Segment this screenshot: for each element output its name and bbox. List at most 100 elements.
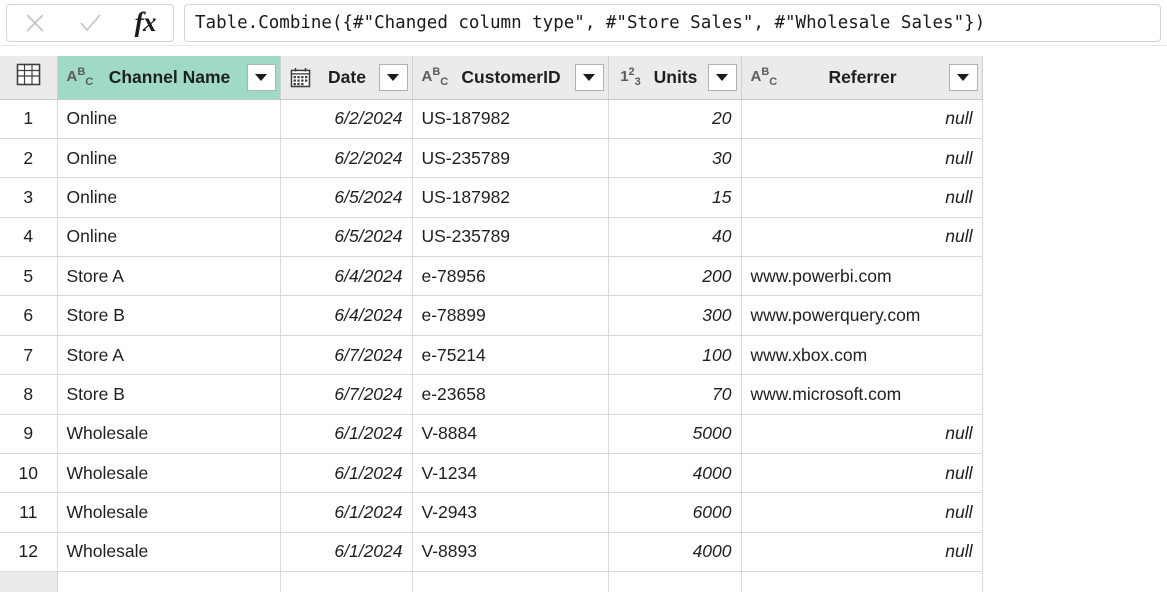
cell-units[interactable]: 4000 bbox=[608, 532, 742, 573]
cell-channel-name[interactable]: Online bbox=[57, 138, 281, 179]
column-header-channel-name[interactable]: ABC Channel Name bbox=[57, 56, 281, 100]
table-row[interactable]: 12 Wholesale 6/1/2024 V-8893 4000 null bbox=[0, 532, 983, 573]
select-all-table-icon[interactable] bbox=[0, 56, 58, 100]
cell-units[interactable]: 6000 bbox=[608, 492, 742, 533]
cell-date[interactable]: 6/2/2024 bbox=[280, 138, 413, 179]
table-row[interactable]: 3 Online 6/5/2024 US-187982 15 null bbox=[0, 177, 983, 218]
cell-customerid[interactable]: e-78899 bbox=[412, 295, 609, 336]
cell-referrer[interactable]: null bbox=[741, 453, 983, 494]
table-row[interactable]: 7 Store A 6/7/2024 e-75214 100 www.xbox.com bbox=[0, 335, 983, 376]
cell-channel-name[interactable]: Wholesale bbox=[57, 532, 281, 573]
cell-date[interactable]: 6/4/2024 bbox=[280, 295, 413, 336]
cell-customerid[interactable]: US-187982 bbox=[412, 99, 609, 139]
cell-customerid[interactable]: US-187982 bbox=[412, 177, 609, 218]
cell-units[interactable]: 300 bbox=[608, 295, 742, 336]
cell-date[interactable]: 6/5/2024 bbox=[280, 177, 413, 218]
cell-channel-name[interactable]: Wholesale bbox=[57, 492, 281, 533]
table-row[interactable]: 10 Wholesale 6/1/2024 V-1234 4000 null bbox=[0, 453, 983, 494]
cell-customerid[interactable]: e-78956 bbox=[412, 256, 609, 297]
cell-referrer[interactable]: null bbox=[741, 414, 983, 455]
cell-channel-name[interactable]: Online bbox=[57, 217, 281, 258]
cell-units[interactable]: 30 bbox=[608, 138, 742, 179]
filter-dropdown-units[interactable] bbox=[707, 63, 737, 91]
cell-referrer[interactable]: null bbox=[741, 177, 983, 218]
cell-channel-name[interactable]: Store A bbox=[57, 335, 281, 376]
row-number[interactable]: 5 bbox=[0, 256, 58, 297]
table-row[interactable]: 8 Store B 6/7/2024 e-23658 70 www.microsoft.c… bbox=[0, 374, 983, 415]
table-row[interactable]: 4 Online 6/5/2024 US-235789 40 null bbox=[0, 217, 983, 258]
cell-referrer[interactable]: null bbox=[741, 217, 983, 258]
cell-channel-name[interactable]: Store B bbox=[57, 374, 281, 415]
row-number[interactable]: 10 bbox=[0, 453, 58, 494]
number-type-icon: 123 bbox=[620, 65, 641, 88]
row-number[interactable]: 2 bbox=[0, 138, 58, 179]
cell-date[interactable]: 6/1/2024 bbox=[280, 414, 413, 455]
cell-date[interactable]: 6/1/2024 bbox=[280, 532, 413, 573]
cell-date[interactable]: 6/5/2024 bbox=[280, 217, 413, 258]
cell-customerid[interactable]: e-23658 bbox=[412, 374, 609, 415]
cell-customerid[interactable]: V-8893 bbox=[412, 532, 609, 573]
table-row[interactable]: 2 Online 6/2/2024 US-235789 30 null bbox=[0, 138, 983, 179]
accept-formula-button[interactable] bbox=[67, 6, 113, 40]
cell-channel-name[interactable]: Store B bbox=[57, 295, 281, 336]
row-number[interactable]: 7 bbox=[0, 335, 58, 376]
cancel-formula-button[interactable] bbox=[12, 6, 58, 40]
cell-customerid[interactable]: V-8884 bbox=[412, 414, 609, 455]
table-row[interactable]: 5 Store A 6/4/2024 e-78956 200 www.powerbi.co… bbox=[0, 256, 983, 297]
cell-customerid[interactable]: V-2943 bbox=[412, 492, 609, 533]
cell-date[interactable]: 6/1/2024 bbox=[280, 453, 413, 494]
cell-referrer[interactable]: null bbox=[741, 532, 983, 573]
column-header-units[interactable]: 123 Units bbox=[608, 56, 742, 100]
filter-dropdown-date[interactable] bbox=[378, 63, 408, 91]
column-header-date[interactable]: Date bbox=[280, 56, 413, 100]
cell-referrer[interactable]: null bbox=[741, 492, 983, 533]
cell-date[interactable]: 6/1/2024 bbox=[280, 492, 413, 533]
fx-icon[interactable]: fx bbox=[122, 6, 168, 40]
cell-referrer[interactable]: www.xbox.com bbox=[741, 335, 983, 376]
cell-date[interactable]: 6/7/2024 bbox=[280, 335, 413, 376]
row-number[interactable]: 9 bbox=[0, 414, 58, 455]
cell-units[interactable]: 40 bbox=[608, 217, 742, 258]
row-number[interactable]: 3 bbox=[0, 177, 58, 218]
cell-units[interactable]: 70 bbox=[608, 374, 742, 415]
cell-referrer[interactable]: www.microsoft.com bbox=[741, 374, 983, 415]
cell-channel-name[interactable]: Wholesale bbox=[57, 414, 281, 455]
cell-customerid[interactable]: e-75214 bbox=[412, 335, 609, 376]
cell-customerid[interactable]: US-235789 bbox=[412, 138, 609, 179]
cell-units[interactable]: 5000 bbox=[608, 414, 742, 455]
table-row[interactable]: 9 Wholesale 6/1/2024 V-8884 5000 null bbox=[0, 414, 983, 455]
filter-dropdown-customerid[interactable] bbox=[574, 63, 604, 91]
table-row[interactable]: 6 Store B 6/4/2024 e-78899 300 www.powerquery… bbox=[0, 295, 983, 336]
formula-input[interactable]: Table.Combine({#"Changed column type", #… bbox=[184, 3, 1161, 42]
cell-units[interactable]: 4000 bbox=[608, 453, 742, 494]
row-number[interactable]: 12 bbox=[0, 532, 58, 573]
filter-dropdown-referrer[interactable] bbox=[948, 63, 978, 91]
table-row[interactable]: 11 Wholesale 6/1/2024 V-2943 6000 null bbox=[0, 492, 983, 533]
cell-channel-name[interactable]: Store A bbox=[57, 256, 281, 297]
row-number[interactable]: 4 bbox=[0, 217, 58, 258]
cell-referrer[interactable]: null bbox=[741, 99, 983, 139]
cell-channel-name[interactable]: Wholesale bbox=[57, 453, 281, 494]
table-row[interactable]: 1 Online 6/2/2024 US-187982 20 null bbox=[0, 99, 983, 139]
row-number[interactable]: 6 bbox=[0, 295, 58, 336]
cell-referrer[interactable]: null bbox=[741, 138, 983, 179]
cell-referrer[interactable]: www.powerquery.com bbox=[741, 295, 983, 336]
column-header-referrer[interactable]: ABC Referrer bbox=[741, 56, 983, 100]
column-header-customerid[interactable]: ABC CustomerID bbox=[412, 56, 609, 100]
cell-referrer[interactable]: www.powerbi.com bbox=[741, 256, 983, 297]
cell-channel-name[interactable]: Online bbox=[57, 99, 281, 139]
row-number[interactable]: 8 bbox=[0, 374, 58, 415]
cell-date[interactable]: 6/4/2024 bbox=[280, 256, 413, 297]
row-number[interactable]: 1 bbox=[0, 99, 58, 139]
cell-customerid[interactable]: V-1234 bbox=[412, 453, 609, 494]
cell-date[interactable]: 6/2/2024 bbox=[280, 99, 413, 139]
cell-customerid[interactable]: US-235789 bbox=[412, 217, 609, 258]
cell-units[interactable]: 20 bbox=[608, 99, 742, 139]
cell-date[interactable]: 6/7/2024 bbox=[280, 374, 413, 415]
filter-dropdown-channel-name[interactable] bbox=[246, 63, 276, 91]
cell-channel-name[interactable]: Online bbox=[57, 177, 281, 218]
cell-units[interactable]: 15 bbox=[608, 177, 742, 218]
row-number[interactable]: 11 bbox=[0, 492, 58, 533]
cell-units[interactable]: 100 bbox=[608, 335, 742, 376]
cell-units[interactable]: 200 bbox=[608, 256, 742, 297]
